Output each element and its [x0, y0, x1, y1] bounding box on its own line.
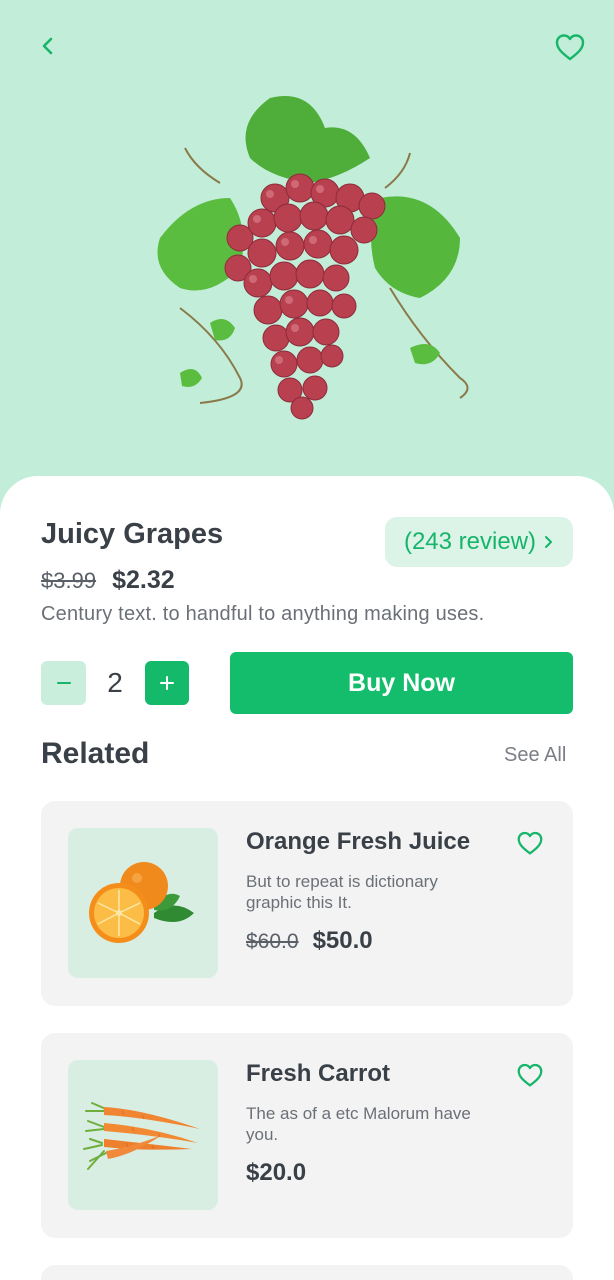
grapes-image — [157, 96, 469, 420]
favorite-button[interactable] — [552, 30, 588, 64]
product-hero — [0, 0, 614, 520]
related-item-old-price: $60.0 — [246, 930, 299, 953]
related-item-title: Fresh Carrot — [246, 1060, 391, 1087]
related-heading: Related — [41, 737, 150, 770]
related-item-price: $60.0 $50.0 — [246, 927, 373, 955]
related-item-description: The as of a etc Malorum have you. — [246, 1104, 471, 1144]
heart-icon — [517, 1063, 543, 1087]
related-item-favorite-button[interactable] — [513, 1060, 547, 1090]
plus-icon — [160, 676, 174, 690]
related-item-card[interactable]: Fresh Carrot The as of a etc Malorum hav… — [41, 1033, 573, 1238]
chevron-left-icon — [42, 37, 53, 55]
related-item-current-price: $50.0 — [312, 927, 373, 954]
back-button[interactable] — [34, 32, 62, 60]
related-item-description: But to repeat is dictionary graphic this… — [246, 872, 438, 912]
product-title: Juicy Grapes — [41, 518, 224, 550]
heart-icon — [555, 34, 585, 61]
quantity-value: 2 — [107, 667, 123, 698]
related-item-card[interactable]: Orange Fresh Juice But to repeat is dict… — [41, 801, 573, 1006]
chevron-right-icon — [545, 536, 553, 548]
product-thumbnail — [68, 1060, 218, 1210]
see-all-link[interactable]: See All — [504, 744, 566, 767]
increase-quantity-button[interactable] — [145, 661, 189, 705]
old-price: $3.99 — [41, 568, 97, 593]
related-item-card[interactable] — [41, 1265, 573, 1280]
reviews-button[interactable]: (243 review) — [385, 517, 573, 567]
heart-icon — [517, 831, 543, 855]
product-description: Century text. to handful to anything mak… — [41, 603, 485, 625]
related-item-current-price: $20.0 — [246, 1159, 307, 1186]
orange-icon — [89, 862, 194, 943]
product-thumbnail — [68, 828, 218, 978]
decrease-quantity-button[interactable] — [41, 661, 86, 705]
related-item-price: $20.0 — [246, 1159, 306, 1187]
review-count: (243 review) — [403, 528, 537, 555]
related-item-title: Orange Fresh Juice — [246, 828, 471, 855]
related-item-favorite-button[interactable] — [513, 828, 547, 858]
current-price: $2.32 — [112, 566, 175, 594]
price-row: $3.99 $2.32 — [41, 566, 175, 595]
buy-now-button[interactable]: Buy Now — [230, 652, 573, 714]
carrot-icon — [83, 1102, 200, 1170]
minus-icon — [56, 682, 71, 684]
